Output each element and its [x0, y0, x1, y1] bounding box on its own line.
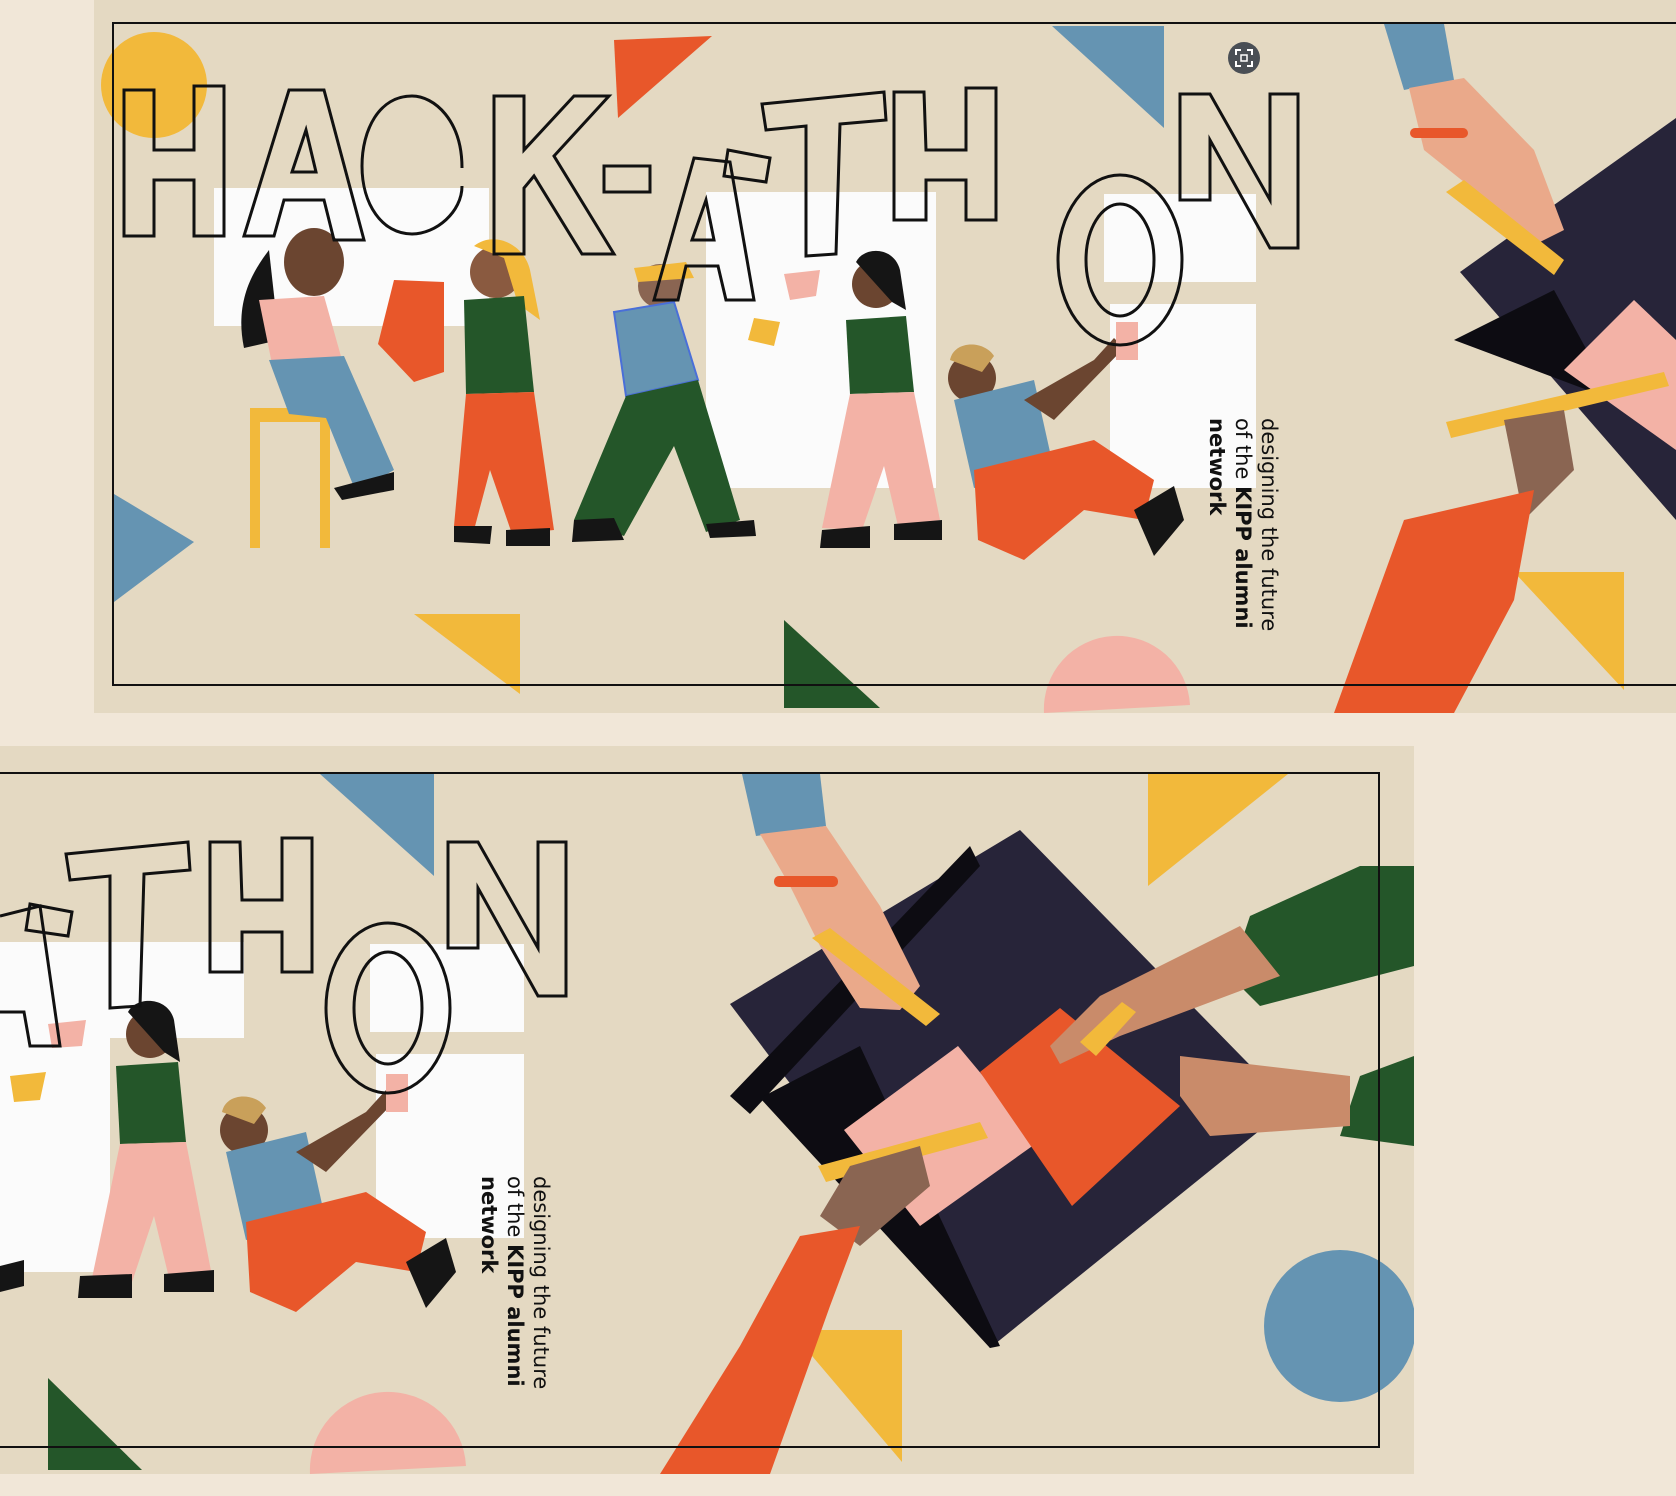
tagline-line-3-bold: network: [477, 1176, 501, 1274]
poster-panel-top: designing the future of the KIPP alumni …: [94, 0, 1676, 713]
tagline-line-2-bold: KIPP alumni: [1231, 486, 1255, 629]
tagline-line-2-prefix: of the: [1231, 418, 1255, 487]
tagline-line-1: designing the future: [529, 1176, 553, 1390]
expand-fullscreen-icon: [1235, 49, 1253, 67]
tagline-line-1: designing the future: [1257, 418, 1281, 632]
tagline-line-3-bold: network: [1205, 418, 1229, 516]
poster-tagline-bottom: designing the future of the KIPP alumni …: [476, 1176, 554, 1389]
poster-panel-bottom: designing the future of the KIPP alumni …: [0, 746, 1414, 1474]
poster-tagline: designing the future of the KIPP alumni …: [1204, 418, 1282, 631]
tagline-line-2-prefix: of the: [503, 1176, 527, 1245]
tagline-line-2-bold: KIPP alumni: [503, 1244, 527, 1387]
poster-frame-bottom: [0, 772, 1380, 1448]
expand-button[interactable]: [1228, 42, 1260, 74]
poster-frame-top: [112, 22, 1676, 686]
